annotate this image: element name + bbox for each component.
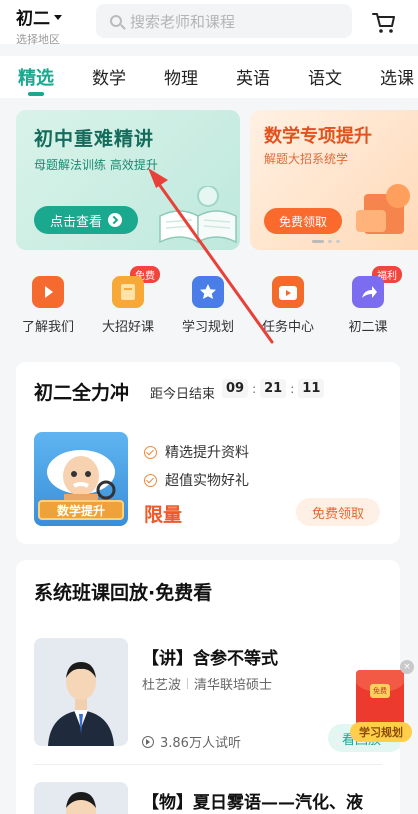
teacher-desc: 清华联培硕士 (194, 678, 273, 693)
limited-label: 限量 (144, 504, 183, 526)
open-book-illustration (159, 186, 237, 244)
course-title: 【讲】含参不等式 (142, 649, 278, 669)
list-divider (34, 764, 382, 765)
envelope-coin: 免费 (370, 684, 390, 698)
star-plan-icon (192, 276, 224, 308)
tab-chinese[interactable]: 语文 (308, 64, 342, 89)
carousel-dot (336, 240, 340, 243)
play-video-icon (32, 276, 64, 308)
quick-link-label: 学习规划 (181, 320, 234, 335)
course-title: 【物】夏日雾语——汽化、液 (142, 793, 363, 813)
banner-subtitle: 母题解法训练 高效提升 (34, 158, 158, 172)
course-item[interactable]: 【物】夏日雾语——汽化、液 (34, 782, 400, 814)
timer-separator: : (252, 381, 257, 396)
share-arrow-icon (352, 276, 384, 308)
carousel-dot-active (312, 240, 324, 243)
close-icon[interactable]: × (400, 660, 414, 674)
teacher-photo (34, 638, 128, 746)
views-text: 3.86万人试听 (160, 736, 241, 751)
timer-separator: : (290, 381, 295, 396)
free-claim-button[interactable]: 免费领取 (296, 498, 380, 526)
shopping-cart-icon[interactable] (372, 12, 396, 34)
check-circle-icon (144, 473, 157, 487)
tab-english[interactable]: 英语 (236, 64, 270, 89)
teacher-photo (34, 782, 128, 814)
check-circle-icon (144, 445, 157, 459)
tv-task-icon (272, 276, 304, 308)
floating-promo-label: 学习规划 (350, 722, 412, 742)
red-envelope-icon: 免费 (356, 670, 404, 726)
region-label: 选择地区 (16, 33, 60, 46)
promo-card: 初二全力冲 距今日结束 09 : 21 : 11 数学提升 精选提升资料 超值实… (16, 362, 400, 544)
feature-item: 精选提升资料 (144, 442, 249, 462)
free-claim-banner-button[interactable]: 免费领取 (264, 208, 342, 234)
timer-seconds: 11 (298, 379, 325, 398)
section-title: 系统班课回放·免费看 (34, 582, 213, 604)
quick-link-label: 了解我们 (21, 320, 74, 335)
grade-name: 初二 (16, 9, 50, 29)
floating-promo[interactable]: 免费 × 学习规划 (350, 660, 418, 744)
quick-link-label: 任务中心 (261, 320, 314, 335)
quick-link-grade2-course[interactable]: 福利 初二课 (328, 266, 408, 335)
quick-link-label: 大招好课 (101, 320, 154, 335)
course-views: 3.86万人试听 (142, 732, 241, 751)
play-circle-icon (142, 735, 154, 748)
course-item[interactable]: 【讲】含参不等式 杜艺波 清华联培硕士 3.86万人试听 看回放 (34, 638, 400, 752)
carousel-indicator (312, 240, 340, 243)
active-tab-indicator (28, 92, 44, 96)
quick-link-label: 初二课 (348, 320, 388, 335)
search-icon (110, 15, 122, 27)
promo-card-title: 初二全力冲 (34, 382, 130, 404)
quick-link-task-center[interactable]: 任务中心 (248, 268, 328, 335)
quick-link-courses[interactable]: 免费 大招好课 (88, 266, 168, 335)
course-teacher: 杜艺波 清华联培硕士 (142, 674, 272, 693)
course-book-icon (112, 276, 144, 308)
carousel-dot (328, 240, 332, 243)
tab-physics[interactable]: 物理 (164, 64, 198, 89)
feature-text: 超值实物好礼 (165, 473, 249, 489)
top-header: 初二 选择地区 搜索老师和课程 (0, 0, 418, 47)
quick-links: 了解我们 免费 大招好课 学习规划 任务中心 福利 初二课 (0, 266, 418, 338)
search-placeholder: 搜索老师和课程 (130, 12, 236, 31)
feature-text: 精选提升资料 (165, 445, 249, 461)
tab-math[interactable]: 数学 (92, 64, 126, 89)
course-replay-section: 系统班课回放·免费看 【讲】含参不等式 杜艺波 清华联培硕士 3.86万人试听 … (16, 560, 400, 814)
countdown-label: 距今日结束 (150, 387, 216, 402)
promo-thumbnail[interactable]: 数学提升 (34, 432, 128, 526)
banner-title: 初中重难精讲 (34, 128, 155, 150)
tab-select-course[interactable]: 选课 (380, 64, 414, 89)
side-banner-subtitle: 解题大招系统学 (264, 152, 349, 166)
grade-selector[interactable]: 初二 选择地区 (16, 4, 62, 47)
teacher-name: 杜艺波 (142, 678, 182, 693)
feature-item: 超值实物好礼 (144, 470, 249, 490)
view-button[interactable]: 点击查看 (34, 206, 138, 234)
banner-key-topics[interactable]: 初中重难精讲 母题解法训练 高效提升 点击查看 (16, 110, 240, 250)
timer-minutes: 21 (260, 379, 287, 398)
search-bar[interactable]: 搜索老师和课程 (96, 4, 352, 38)
thumb-label: 数学提升 (38, 500, 124, 520)
quick-link-study-plan[interactable]: 学习规划 (168, 268, 248, 335)
divider-bar (187, 678, 189, 689)
quick-link-about-us[interactable]: 了解我们 (8, 268, 88, 335)
view-button-label: 点击查看 (49, 214, 102, 230)
3d-shapes-illustration (356, 184, 410, 234)
tab-featured[interactable]: 精选 (18, 64, 54, 90)
chevron-right-icon (108, 213, 122, 227)
side-banner-title: 数学专项提升 (264, 126, 372, 147)
banner-math-special[interactable]: 数学专项提升 解题大招系统学 免费领取 (250, 110, 418, 250)
timer-hours: 09 (222, 379, 249, 398)
countdown-timer: 09 : 21 : 11 (222, 379, 325, 398)
caret-down-icon (54, 15, 62, 20)
subject-tabs: 精选 数学 物理 英语 语文 选课 (0, 56, 418, 98)
